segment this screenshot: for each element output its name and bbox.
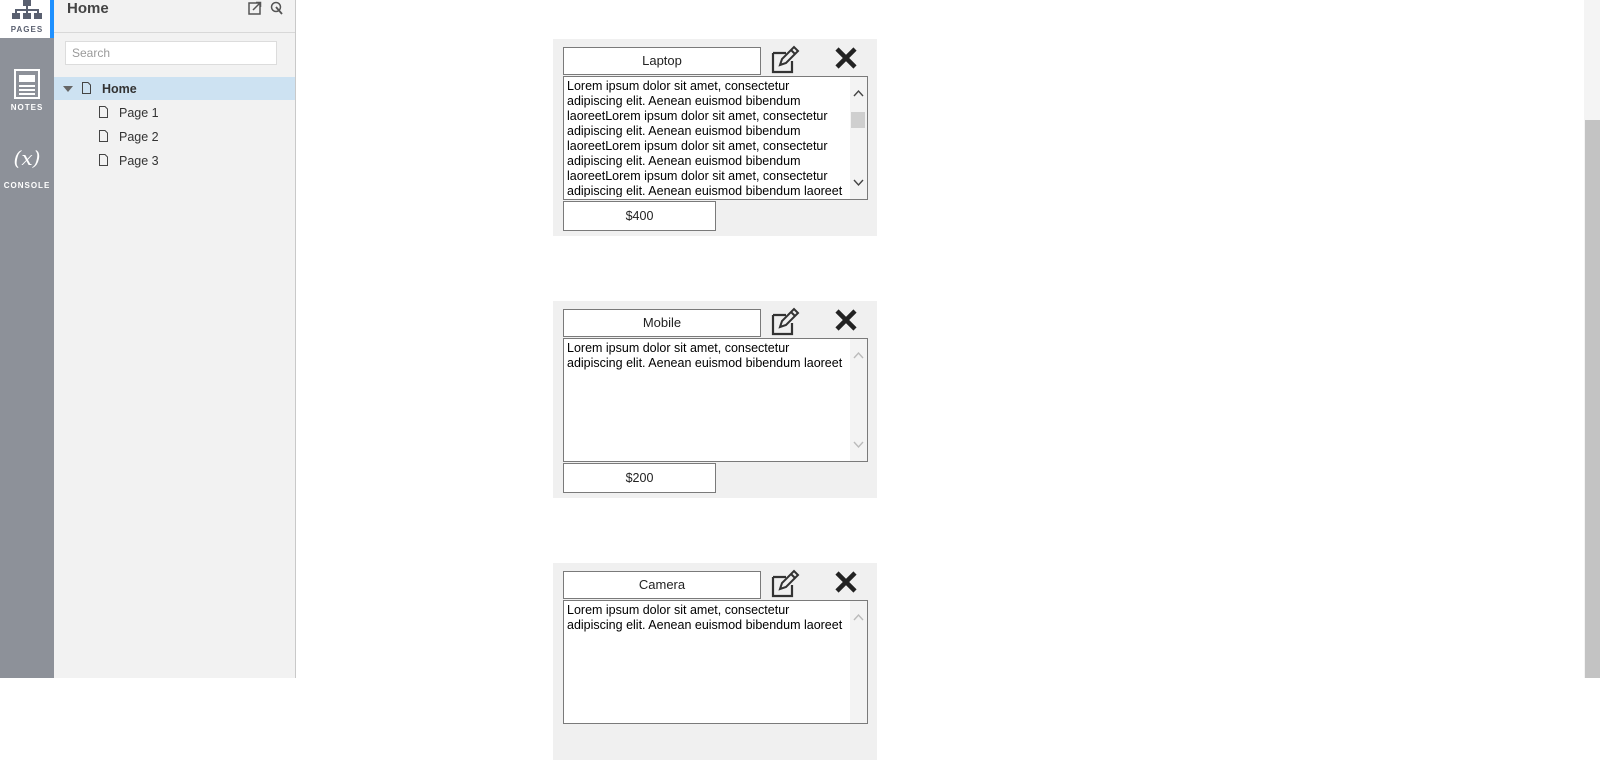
caret-down-icon[interactable] bbox=[63, 86, 73, 92]
close-icon[interactable] bbox=[834, 570, 858, 594]
product-description-text: Lorem ipsum dolor sit amet, consectetur … bbox=[567, 603, 843, 632]
rail-console-tab[interactable]: (x) CONSOLE bbox=[0, 142, 54, 192]
page-icon bbox=[99, 130, 108, 142]
scroll-thumb[interactable] bbox=[851, 112, 865, 128]
left-rail: PAGES NOTES (x) CONSOLE bbox=[0, 0, 54, 678]
page-icon bbox=[99, 106, 108, 118]
product-description-textarea[interactable]: Lorem ipsum dolor sit amet, consectetur … bbox=[563, 76, 868, 200]
scroll-up-icon[interactable] bbox=[853, 89, 864, 97]
product-description-text: Lorem ipsum dolor sit amet, consectetur … bbox=[567, 341, 843, 370]
tree-item-page-3[interactable]: Page 3 bbox=[54, 149, 295, 172]
search-input[interactable] bbox=[65, 41, 277, 65]
notes-icon bbox=[14, 69, 40, 99]
tree-item-page-1[interactable]: Page 1 bbox=[54, 101, 295, 124]
product-description-text: Lorem ipsum dolor sit amet, consectetur … bbox=[567, 79, 843, 197]
panel-divider bbox=[54, 32, 295, 33]
product-card: Camera Lorem ipsum dolor sit amet, conse… bbox=[553, 563, 877, 760]
product-price-field[interactable]: $400 bbox=[563, 201, 716, 231]
rail-pages-label: PAGES bbox=[10, 25, 44, 34]
product-description-textarea[interactable]: Lorem ipsum dolor sit amet, consectetur … bbox=[563, 600, 868, 724]
page-icon bbox=[82, 82, 91, 94]
product-name-field[interactable]: Mobile bbox=[563, 309, 761, 337]
product-description-textarea[interactable]: Lorem ipsum dolor sit amet, consectetur … bbox=[563, 338, 868, 462]
rail-pages-tab[interactable]: PAGES bbox=[0, 0, 54, 38]
export-icon[interactable] bbox=[248, 1, 262, 15]
edit-icon[interactable] bbox=[770, 307, 800, 337]
sitemap-icon bbox=[12, 0, 42, 19]
product-card: Mobile Lorem ipsum dolor sit amet, conse… bbox=[553, 301, 877, 498]
tree-item-label: Page 2 bbox=[119, 130, 159, 144]
tree-item-page-2[interactable]: Page 2 bbox=[54, 125, 295, 148]
rail-notes-tab[interactable]: NOTES bbox=[0, 66, 54, 116]
tree-item-label: Page 3 bbox=[119, 154, 159, 168]
scroll-up-icon[interactable] bbox=[853, 351, 864, 359]
product-name-field[interactable]: Camera bbox=[563, 571, 761, 599]
close-icon[interactable] bbox=[834, 46, 858, 70]
tree-item-home[interactable]: Home bbox=[54, 77, 295, 100]
product-name-field[interactable]: Laptop bbox=[563, 47, 761, 75]
edit-icon[interactable] bbox=[770, 569, 800, 599]
page-scrollbar-thumb[interactable] bbox=[1585, 120, 1600, 678]
tree-item-label: Page 1 bbox=[119, 106, 159, 120]
tree-item-label: Home bbox=[102, 82, 137, 96]
map-pin-icon[interactable] bbox=[270, 1, 284, 15]
rail-console-label: CONSOLE bbox=[3, 181, 51, 190]
scroll-up-icon[interactable] bbox=[853, 613, 864, 621]
pages-panel: Home Home Page 1 Page 2 Page 3 bbox=[54, 0, 296, 678]
rail-notes-label: NOTES bbox=[10, 103, 44, 112]
variable-icon: (x) bbox=[13, 146, 41, 170]
edit-icon[interactable] bbox=[770, 45, 800, 75]
close-icon[interactable] bbox=[834, 308, 858, 332]
product-card: Laptop Lorem ipsum dolor sit amet, conse… bbox=[553, 39, 877, 236]
scroll-down-icon[interactable] bbox=[853, 179, 864, 187]
page-icon bbox=[99, 154, 108, 166]
panel-title: Home bbox=[67, 0, 109, 17]
product-price-field[interactable]: $200 bbox=[563, 463, 716, 493]
scroll-down-icon[interactable] bbox=[853, 441, 864, 449]
